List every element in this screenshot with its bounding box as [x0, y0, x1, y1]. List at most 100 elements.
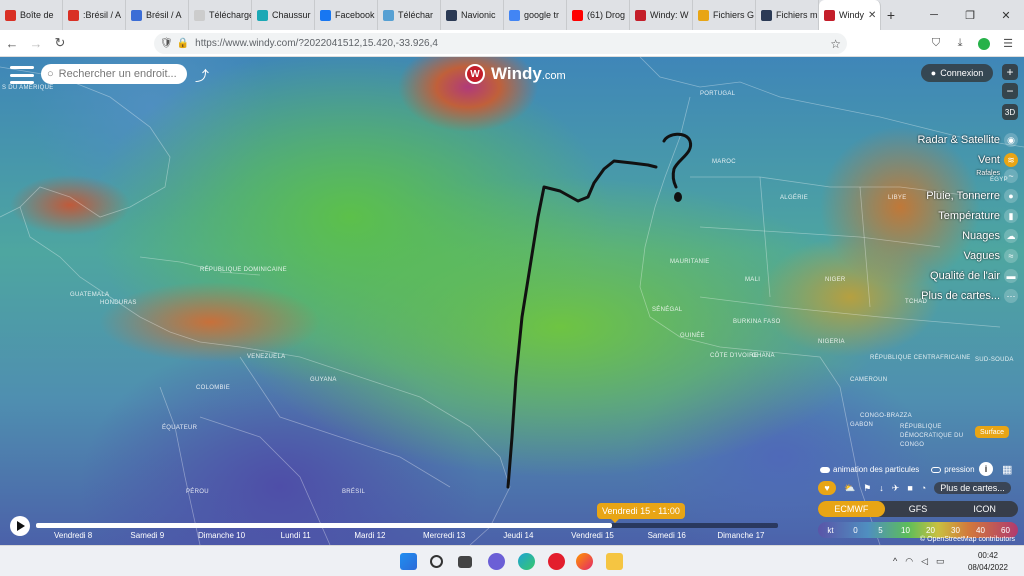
car-icon[interactable]: ▬ — [1004, 269, 1018, 283]
close-window-button[interactable]: ✕ — [988, 0, 1024, 30]
search-taskbar-icon[interactable] — [430, 555, 443, 568]
browser-tab[interactable]: Navionic — [441, 0, 504, 30]
windows-start-icon[interactable] — [400, 553, 417, 570]
main-menu-button[interactable] — [10, 66, 34, 84]
edge-icon[interactable] — [518, 553, 535, 570]
windows-taskbar: ^ ◠ ◁ ▭ 00:42 08/04/2022 — [0, 545, 1024, 576]
camera-icon[interactable]: ■ — [907, 483, 912, 493]
surface-level-button[interactable]: Surface — [975, 426, 1009, 438]
timeline-day[interactable]: Dimanche 10 — [184, 531, 258, 540]
more-icon[interactable]: ⋯ — [1004, 289, 1018, 303]
thermometer-icon[interactable]: ▮ — [1004, 209, 1018, 223]
volume-icon[interactable]: ◁ — [921, 556, 928, 567]
new-tab-button[interactable]: + — [881, 0, 901, 30]
timeline-day[interactable]: Vendredi 15 — [555, 531, 629, 540]
table-icon[interactable]: ▦ — [1002, 463, 1012, 476]
bookmark-star-icon[interactable]: ☆ — [830, 37, 841, 51]
browser-tab[interactable]: google tr — [504, 0, 567, 30]
chat-icon[interactable] — [488, 553, 505, 570]
timeline-day[interactable]: Samedi 16 — [630, 531, 704, 540]
wind-icon[interactable]: ≋ — [1004, 153, 1018, 167]
layer-item-label[interactable]: Radar & Satellite — [917, 134, 1000, 146]
maximize-button[interactable]: ❐ — [952, 0, 988, 30]
tray-caret-icon[interactable]: ^ — [893, 556, 897, 567]
clock[interactable]: 00:42 08/04/2022 — [968, 550, 1008, 574]
timeline-day[interactable]: Mercredi 13 — [407, 531, 481, 540]
firefox-icon[interactable] — [576, 553, 593, 570]
browser-tab[interactable]: Chaussur — [252, 0, 315, 30]
cloud-icon[interactable]: ☁ — [1004, 229, 1018, 243]
layer-item-label[interactable]: Qualité de l'air — [930, 270, 1000, 282]
browser-tab[interactable]: :Brésil / A — [63, 0, 126, 30]
browser-tab[interactable]: Téléchar — [378, 0, 441, 30]
layer-item-label[interactable]: Nuages — [962, 230, 1000, 242]
search-input[interactable]: ○ Rechercher un endroit... — [41, 64, 187, 84]
model-option[interactable]: ICON — [951, 501, 1018, 517]
3d-button[interactable]: 3D — [1002, 104, 1018, 120]
gust-icon[interactable]: ~ — [1004, 169, 1018, 183]
flag-icon[interactable]: ⚑ — [863, 483, 871, 494]
download-icon[interactable]: ⤓ — [948, 37, 972, 50]
arrow-down-icon[interactable]: ↓ — [879, 483, 884, 493]
address-bar[interactable]: 🛡 🔒 https://www.windy.com/?2022041512,15… — [154, 33, 847, 54]
extension-icon[interactable] — [972, 37, 996, 50]
layer-item-label[interactable]: Pluie, Tonnerre — [926, 190, 1000, 202]
browser-tab-strip: Boîte de:Brésil / A Brésil / A Télécharger… — [0, 0, 1024, 30]
browser-tab[interactable]: Télécharger D — [189, 0, 252, 30]
layer-item-label[interactable]: Plus de cartes... — [921, 290, 1000, 302]
browser-tab[interactable]: Boîte de — [0, 0, 63, 30]
model-option[interactable]: GFS — [885, 501, 952, 517]
browser-tab[interactable]: Windy: W — [630, 0, 693, 30]
timeline-day[interactable]: Dimanche 17 — [704, 531, 778, 540]
sun-cloud-icon[interactable]: ⛅ — [844, 483, 855, 494]
pocket-icon[interactable]: ⛉ — [924, 37, 948, 50]
browser-tab[interactable]: Fichiers m — [756, 0, 819, 30]
radar-icon[interactable]: ◉ — [1004, 133, 1018, 147]
zoom-out-button[interactable]: − — [1002, 83, 1018, 99]
layer-item-label[interactable]: Vent — [978, 154, 1000, 166]
zoom-in-button[interactable]: + — [1002, 64, 1018, 80]
login-button[interactable]: ● Connexion — [921, 64, 993, 82]
browser-tab[interactable]: Windy ✕ — [819, 0, 881, 30]
timeline-day[interactable]: Lundi 11 — [259, 531, 333, 540]
model-option[interactable]: ECMWF — [818, 501, 885, 517]
timeline-day[interactable]: Vendredi 8 — [36, 531, 110, 540]
forward-button[interactable]: → — [24, 30, 48, 57]
play-button[interactable] — [10, 516, 30, 536]
layer-item-label[interactable]: Vagues — [964, 250, 1001, 262]
timeline-day[interactable]: Samedi 9 — [110, 531, 184, 540]
browser-tab[interactable]: Fichiers G — [693, 0, 756, 30]
back-button[interactable]: ← — [0, 30, 24, 57]
favorite-heart-icon[interactable]: ♥ — [818, 481, 836, 495]
layer-item-label[interactable]: Température — [938, 210, 1000, 222]
timeline-day[interactable]: Jeudi 14 — [481, 531, 555, 540]
clock-date: 08/04/2022 — [967, 563, 1008, 572]
timeline-day[interactable]: Mardi 12 — [333, 531, 407, 540]
opera-icon[interactable] — [548, 553, 565, 570]
info-icon[interactable]: i — [979, 462, 993, 476]
scale-unit[interactable]: kt — [818, 522, 843, 538]
wifi-icon[interactable]: ◠ — [905, 556, 913, 567]
share-icon[interactable]: ⤴ — [195, 66, 213, 84]
particles-toggle[interactable]: animation des particules — [820, 465, 919, 474]
current-time-bubble[interactable]: Vendredi 15 - 11:00 — [597, 503, 685, 523]
minimize-button[interactable]: ─ — [916, 0, 952, 30]
battery-icon[interactable]: ▭ — [936, 556, 945, 567]
wind-gauge-icon[interactable]: ◔ — [921, 483, 926, 493]
browser-tab[interactable]: Brésil / A — [126, 0, 189, 30]
more-layers-button[interactable]: Plus de cartes... — [934, 482, 1011, 494]
pressure-toggle[interactable]: pression — [931, 465, 975, 474]
browser-tab[interactable]: Facebook — [315, 0, 378, 30]
menu-icon[interactable]: ☰ — [996, 37, 1020, 50]
file-explorer-icon[interactable] — [606, 553, 623, 570]
reload-button[interactable]: ↻ — [48, 30, 72, 57]
windy-logo-icon: W — [465, 64, 485, 84]
close-tab-icon[interactable]: ✕ — [868, 10, 876, 21]
plane-icon[interactable]: ✈ — [892, 483, 900, 494]
task-view-icon[interactable] — [458, 556, 472, 568]
waves-icon[interactable]: ≈ — [1004, 249, 1018, 263]
timeline-slider[interactable] — [36, 523, 778, 528]
layer-item-label[interactable]: Rafales — [976, 170, 1000, 177]
browser-tab[interactable]: (61) Drog — [567, 0, 630, 30]
rain-icon[interactable]: ● — [1004, 189, 1018, 203]
